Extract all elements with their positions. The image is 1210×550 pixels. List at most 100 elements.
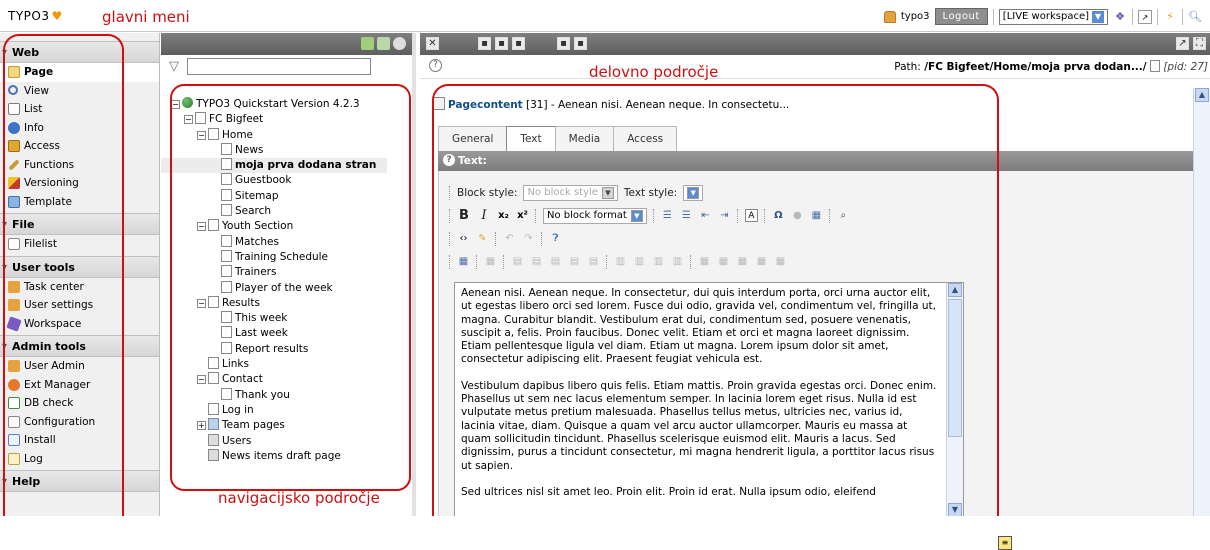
logout-button[interactable]: Logout [934, 8, 988, 25]
list-edit-icon[interactable]: ≡ [998, 536, 1012, 550]
help-icon[interactable] [393, 37, 406, 50]
save-close-icon[interactable]: ▪ [512, 37, 525, 50]
lightning-icon[interactable]: ⚡ [1163, 10, 1177, 24]
menu-item-configuration[interactable]: Configuration [0, 413, 159, 432]
tree-node[interactable]: − Results [171, 295, 387, 311]
tree-node[interactable]: Search [171, 204, 387, 219]
table-props-icon[interactable]: ▦ [457, 255, 470, 268]
tree-node[interactable]: News [171, 142, 387, 158]
row-insert-after-icon[interactable]: ▤ [530, 255, 543, 268]
editor-scrollbar[interactable]: ▲ ▼ [946, 283, 963, 516]
help-icon[interactable]: ? [429, 59, 442, 72]
tree-node[interactable]: Guestbook [171, 173, 387, 188]
tree-root[interactable]: − TYPO3 Quickstart Version 4.2.3 [171, 97, 387, 112]
menu-item-user-settings[interactable]: User settings [0, 296, 159, 315]
menu-group-admin-tools[interactable]: Admin tools [0, 335, 159, 358]
tree-node[interactable]: Matches [171, 234, 387, 250]
tree-node[interactable]: + Team pages [171, 418, 387, 433]
col-split-icon[interactable]: ▥ [671, 255, 684, 268]
bold-icon[interactable]: B [457, 208, 471, 223]
link-icon[interactable]: ● [791, 209, 804, 222]
block-style-select[interactable]: No block style ▼ [523, 184, 618, 201]
col-delete-icon[interactable]: ▥ [652, 255, 665, 268]
tree-node[interactable]: Trainers [171, 265, 387, 280]
clean-icon[interactable]: ✎ [476, 232, 489, 245]
tree-node[interactable]: Training Schedule [171, 249, 387, 265]
tree-node[interactable]: Thank you [171, 387, 387, 403]
save-icon[interactable]: ▪ [478, 37, 491, 50]
tree-node[interactable]: Player of the week [171, 280, 387, 296]
menu-item-info[interactable]: Info [0, 119, 159, 138]
find-icon[interactable]: ⌕ [837, 209, 850, 222]
menu-item-log[interactable]: Log [0, 450, 159, 469]
menu-item-versioning[interactable]: Versioning [0, 174, 159, 193]
tree-node[interactable]: − Youth Section [171, 219, 387, 234]
tree-node[interactable]: News items draft page [171, 448, 387, 464]
help-icon[interactable]: ❓︎ [549, 232, 562, 245]
cell-insert-icon[interactable]: ▦ [717, 255, 730, 268]
collapse-icon[interactable]: − [197, 222, 206, 232]
path-value[interactable]: /FC Bigfeet/Home/moja prva dodan.../ [924, 61, 1146, 73]
menu-item-list[interactable]: List [0, 100, 159, 119]
close-icon[interactable]: ✕ [426, 37, 439, 50]
rich-text-editor[interactable]: Aenean nisi. Aenean neque. In consectetu… [454, 282, 964, 516]
menu-item-db-check[interactable]: DB check [0, 394, 159, 413]
cell-split-icon[interactable]: ▦ [774, 255, 787, 268]
collapse-icon[interactable]: − [184, 115, 193, 125]
tree-node[interactable]: Log in [171, 402, 387, 418]
col-insert-after-icon[interactable]: ▥ [633, 255, 646, 268]
menu-group-help[interactable]: Help [0, 470, 159, 493]
tab-general[interactable]: General [438, 126, 508, 151]
typo3-logo[interactable]: TYPO3 ♥ [8, 9, 63, 23]
delete-icon[interactable]: ▪ [557, 37, 570, 50]
menu-item-page[interactable]: Page [0, 63, 159, 82]
save-view-icon[interactable]: ▪ [495, 37, 508, 50]
menu-item-filelist[interactable]: Filelist [0, 235, 159, 254]
menu-group-user-tools[interactable]: User tools [0, 255, 159, 279]
scroll-up-icon[interactable]: ▲ [948, 283, 962, 297]
menu-group-file[interactable]: File [0, 213, 159, 236]
workspace-icon[interactable]: ❖ [1113, 10, 1127, 24]
italic-icon[interactable]: I [477, 208, 491, 223]
undo-icon[interactable]: ▪ [574, 37, 587, 50]
tree-node[interactable]: − Home [171, 127, 387, 143]
col-insert-icon[interactable]: ▥ [614, 255, 627, 268]
collapse-icon[interactable]: − [197, 375, 206, 385]
outdent-icon[interactable]: ⇤ [699, 209, 712, 222]
menu-item-view[interactable]: View [0, 82, 159, 101]
popout-icon[interactable]: ↗ [1176, 37, 1189, 50]
filter-input[interactable] [187, 58, 371, 75]
refresh-icon[interactable] [377, 37, 390, 50]
row-split-icon[interactable]: ▤ [568, 255, 581, 268]
collapse-icon[interactable]: − [197, 298, 206, 308]
main-scrollbar[interactable]: ▲ [1193, 88, 1210, 516]
row-merge-icon[interactable]: ▤ [587, 255, 600, 268]
scroll-up-icon[interactable]: ▲ [1195, 88, 1209, 102]
expand-icon[interactable]: + [197, 421, 206, 431]
tree-node[interactable]: − Contact [171, 372, 387, 387]
tree-node[interactable]: This week [171, 311, 387, 326]
clear-cache-icon[interactable]: ↗ [1138, 9, 1152, 24]
cell-merge-icon[interactable]: ▦ [755, 255, 768, 268]
tree-node[interactable]: Last week [171, 326, 387, 341]
text-color-icon[interactable]: A [744, 209, 758, 222]
tab-media[interactable]: Media [554, 126, 615, 151]
block-format-select[interactable]: No block format ▼ [543, 207, 647, 224]
tab-text[interactable]: Text [506, 126, 556, 152]
superscript-icon[interactable]: x² [516, 209, 529, 222]
special-char-icon[interactable]: Ω [772, 209, 785, 222]
tree-node[interactable]: Links [171, 357, 387, 372]
tree-node-selected[interactable]: moja prva dodana stran [161, 158, 387, 174]
filter-icon[interactable]: ▽ [169, 59, 179, 74]
table-icon[interactable]: ▦ [810, 209, 823, 222]
collapse-icon[interactable]: − [171, 100, 180, 109]
fullscreen-icon[interactable]: ⛶ [1193, 37, 1206, 50]
menu-item-template[interactable]: Template [0, 193, 159, 212]
row-props-icon[interactable]: ▦ [484, 255, 497, 268]
row-insert-icon[interactable]: ▤ [511, 255, 524, 268]
undo-icon[interactable]: ↶ [503, 232, 516, 245]
collapse-icon[interactable]: − [197, 130, 206, 140]
menu-item-workspace[interactable]: Workspace [0, 315, 159, 334]
workspace-select[interactable]: [LIVE workspace] ▼ [998, 8, 1108, 25]
scroll-down-icon[interactable]: ▼ [948, 503, 962, 516]
